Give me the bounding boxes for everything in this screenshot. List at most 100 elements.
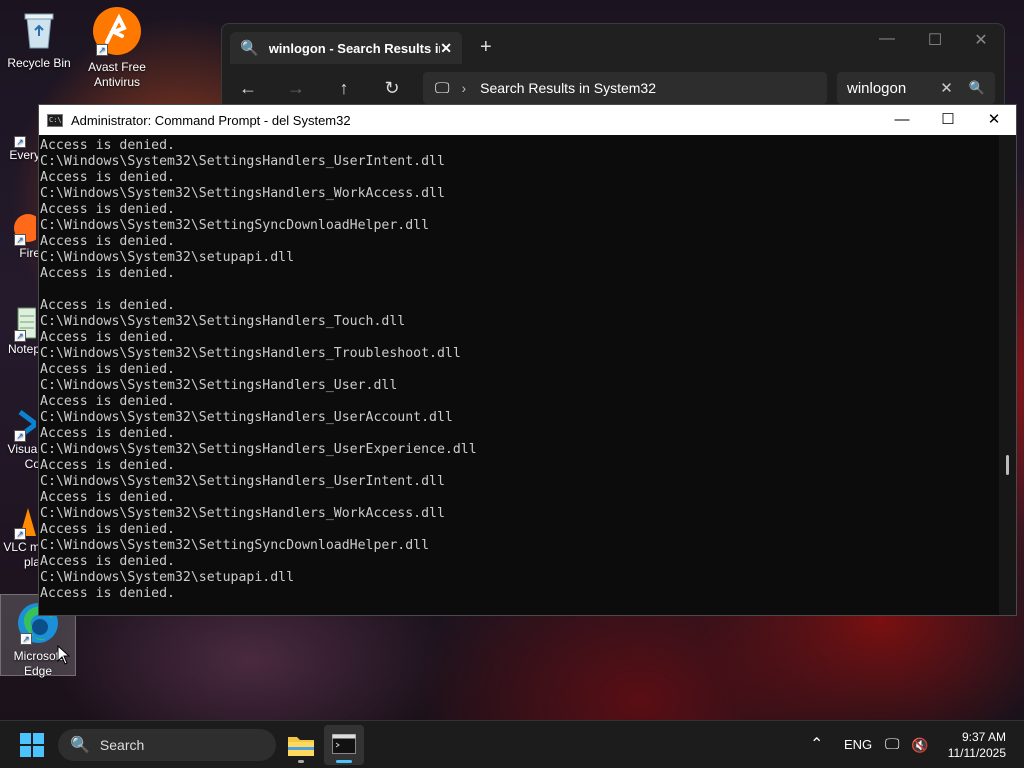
cmd-app-icon: C:\ [47,113,63,127]
cmd-output-line: Access is denied. [40,586,175,601]
cmd-output-line: C:\Windows\System32\SettingsHandlers_Use… [40,442,477,457]
search-icon: 🔍 [240,40,259,57]
cmd-output-line: Access is denied. [40,458,175,473]
cmd-output-line: C:\Windows\System32\SettingsHandlers_Tou… [40,314,406,329]
cmd-titlebar[interactable]: C:\ Administrator: Command Prompt - del … [39,105,1016,135]
cmd-output-line: C:\Windows\System32\SettingsHandlers_Tro… [40,346,461,361]
desktop-icon-vlc[interactable]: ↗ VLC m pla [0,504,40,570]
cmd-output-line: C:\Windows\System32\SettingsHandlers_Use… [40,378,398,393]
cmd-output-line: Access is denied. [40,490,175,505]
shortcut-arrow-icon: ↗ [14,136,26,148]
running-indicator [298,760,304,763]
forward-button[interactable]: → [276,72,316,104]
maximize-button[interactable]: ☐ [925,105,971,135]
shortcut-arrow-icon: ↗ [14,430,26,442]
taskbar: 🔍 Search ⌃ ENG 🖵 🔇 9:37 AM 11/11/2025 [0,720,1024,768]
cmd-output-line: Access is denied. [40,298,175,313]
show-hidden-icons-chevron-up-icon[interactable]: ⌃ [810,721,823,768]
taskbar-search-placeholder: Search [99,737,145,753]
cmd-output[interactable]: Access is denied. C:\Windows\System32\Set… [39,135,1001,615]
desktop-icon-vscode[interactable]: ↗ Visual Co [0,406,41,472]
cmd-output-line: C:\Windows\System32\SettingsHandlers_Use… [40,154,445,169]
taskbar-command-prompt[interactable] [324,725,364,765]
minimize-button[interactable]: — [879,105,925,135]
cmd-output-line: C:\Windows\System32\SettingSyncDownloadH… [40,538,430,553]
notepad-icon: ↗ [0,306,37,342]
scroll-thumb[interactable] [1006,455,1009,475]
terminal-icon [332,734,356,754]
cmd-output-line: Access is denied. [40,554,175,569]
explorer-tab-title: winlogon - Search Results in S [268,40,441,56]
search-app-icon: ↗ [0,112,36,148]
cmd-output-line: Access is denied. [40,138,175,153]
desktop-icon-label: Visual Co [7,442,40,471]
clock-time: 9:37 AM [961,730,1006,744]
desktop-icon-label: Every [9,148,40,162]
desktop-icon-everything[interactable]: ↗ Every [0,112,40,163]
cmd-output-line: Access is denied. [40,330,175,345]
cmd-output-line: C:\Windows\System32\SettingsHandlers_Wor… [40,506,445,521]
taskbar-search[interactable]: 🔍 Search [58,729,276,761]
minimize-button[interactable]: — [864,30,910,48]
address-text: Search Results in System32 [480,80,656,96]
mouse-cursor-icon [57,645,71,665]
desktop-icon-label: Avast Free Antivirus [88,60,146,89]
desktop-icon-notepad[interactable]: ↗ Notep [0,306,40,357]
desktop-icon-avast[interactable]: ↗ Avast Free Antivirus [79,6,155,90]
cmd-output-line: Access is denied. [40,170,175,185]
clear-search-icon[interactable]: ✕ [940,79,953,97]
volume-muted-icon[interactable]: 🔇 [911,721,928,768]
cmd-output-line: Access is denied. [40,522,175,537]
desktop-icon-label: VLC m pla [3,540,40,569]
back-button[interactable]: ← [228,72,268,104]
chevron-right-icon[interactable]: › [461,80,466,96]
explorer-search-box[interactable]: winlogon ✕ 🔍 [837,72,995,104]
taskbar-file-explorer[interactable] [281,725,321,765]
cmd-output-line: Access is denied. [40,234,175,249]
up-button[interactable]: ↑ [324,72,364,104]
desktop-icon-recycle-bin[interactable]: Recycle Bin [1,8,77,71]
desktop-icon-firefox[interactable]: ↗ Fire [0,210,42,261]
folder-icon [288,737,314,756]
shortcut-arrow-icon: ↗ [96,44,108,56]
cmd-output-line: Access is denied. [40,266,175,281]
monitor-icon: 🖵 [435,79,450,97]
close-button[interactable]: ✕ [958,30,1004,50]
address-bar[interactable]: 🖵 › Search Results in System32 [423,72,827,104]
cmd-output-line: Access is denied. [40,426,175,441]
close-button[interactable]: ✕ [971,105,1017,135]
cmd-title: Administrator: Command Prompt - del Syst… [71,112,351,128]
cmd-output-line: C:\Windows\System32\SettingSyncDownloadH… [40,218,430,233]
close-tab-icon[interactable]: ✕ [440,40,452,57]
vlc-icon: ↗ [0,504,36,540]
desktop-icon-label: Notep [7,342,40,356]
command-prompt-window[interactable]: C:\ Administrator: Command Prompt - del … [38,104,1017,616]
cmd-output-line: C:\Windows\System32\setupapi.dll [40,570,295,585]
search-value: winlogon [847,79,907,97]
cmd-output-line: C:\Windows\System32\SettingsHandlers_Wor… [40,186,445,201]
avast-icon: ↗ [92,6,142,56]
cmd-output-line: Access is denied. [40,394,175,409]
cmd-output-line: C:\Windows\System32\SettingsHandlers_Use… [40,474,445,489]
shortcut-arrow-icon: ↗ [20,633,32,645]
search-icon: 🔍 [70,737,90,754]
vscode-icon: ↗ [0,406,41,442]
windows-start-icon[interactable] [20,733,44,757]
cmd-output-line: C:\Windows\System32\setupapi.dll [40,250,295,265]
shortcut-arrow-icon: ↗ [14,330,26,342]
active-indicator [336,760,352,763]
cmd-output-line [40,282,1001,298]
refresh-button[interactable]: ↻ [372,72,412,104]
clock-date: 11/11/2025 [947,746,1006,760]
explorer-tab[interactable]: 🔍 winlogon - Search Results in S ✕ [230,32,462,64]
cmd-scrollbar[interactable] [999,135,1016,615]
maximize-button[interactable]: ☐ [912,30,958,50]
search-icon[interactable]: 🔍 [969,80,985,96]
cmd-output-line: Access is denied. [40,362,175,377]
language-indicator[interactable]: ENG [844,721,872,768]
new-tab-button[interactable]: + [480,36,492,59]
clock[interactable]: 9:37 AM 11/11/2025 [948,729,1006,761]
shortcut-arrow-icon: ↗ [14,528,26,540]
network-icon[interactable]: 🖵 [885,721,899,768]
shortcut-arrow-icon: ↗ [14,234,26,246]
